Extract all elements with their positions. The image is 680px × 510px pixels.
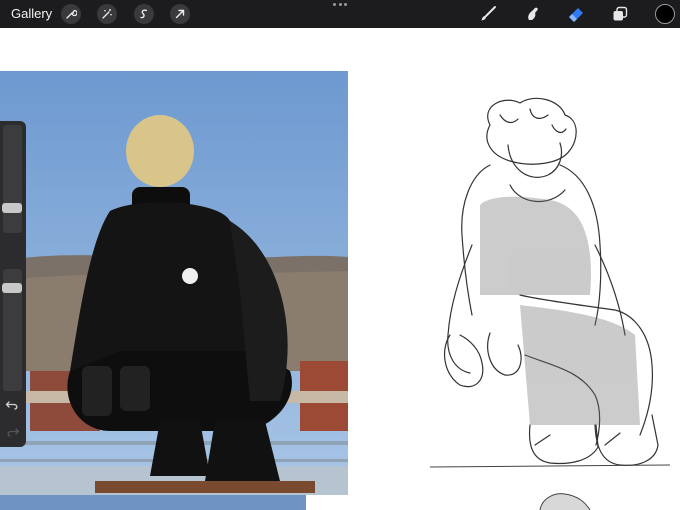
- second-sketch-fragment: [539, 493, 591, 510]
- brush-sidebar: [0, 121, 26, 447]
- character-sketch: [429, 97, 670, 468]
- eraser-icon[interactable]: [567, 5, 585, 23]
- magic-wand-icon[interactable]: [97, 4, 117, 24]
- redo-icon[interactable]: [5, 426, 20, 438]
- wrench-icon[interactable]: [61, 4, 81, 24]
- brush-opacity-knob[interactable]: [2, 283, 22, 293]
- brush-icon[interactable]: [479, 5, 497, 23]
- more-options-icon[interactable]: [333, 3, 347, 13]
- brush-size-slider[interactable]: [3, 125, 22, 233]
- layers-icon[interactable]: [611, 5, 629, 23]
- reference-photo: [0, 71, 348, 495]
- gallery-button[interactable]: Gallery: [11, 6, 52, 21]
- reference-photo-second: [0, 495, 306, 510]
- undo-icon[interactable]: [5, 399, 20, 411]
- transform-arrow-icon[interactable]: [170, 4, 190, 24]
- brush-size-knob[interactable]: [2, 203, 22, 213]
- smudge-icon[interactable]: [524, 5, 542, 23]
- top-toolbar: Gallery: [0, 0, 680, 28]
- color-picker-swatch[interactable]: [655, 4, 675, 24]
- selection-icon[interactable]: [134, 4, 154, 24]
